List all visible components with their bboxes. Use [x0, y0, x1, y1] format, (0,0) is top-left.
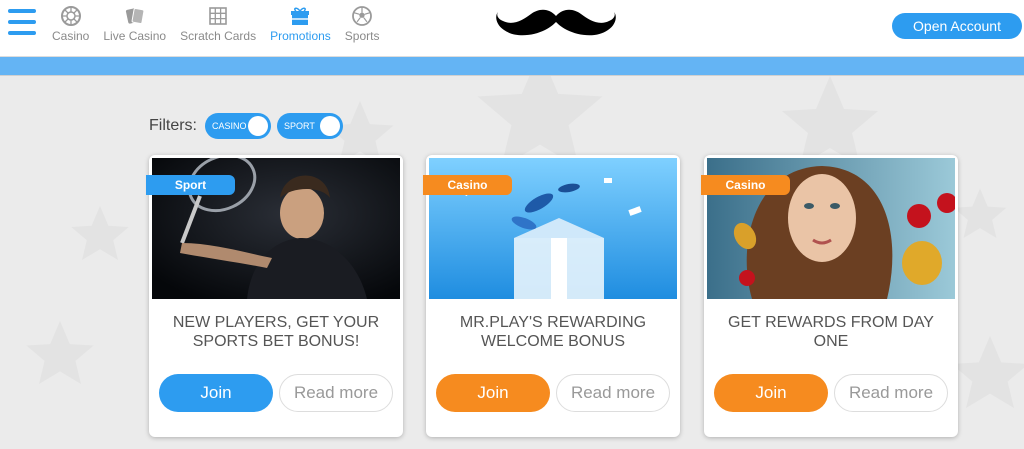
read-more-button[interactable]: Read more	[834, 374, 948, 412]
toggle-knob	[320, 116, 340, 136]
toggle-label: SPORT	[284, 121, 315, 131]
open-account-button[interactable]: Open Account	[892, 13, 1022, 39]
join-button[interactable]: Join	[714, 374, 828, 412]
cards-icon	[125, 7, 145, 25]
toggle-label: CASINO	[212, 121, 247, 131]
promo-card: Casino GET REWARDS FROM DAY ONE Join Rea…	[701, 155, 958, 437]
category-badge: Casino	[701, 175, 790, 195]
promo-title: MR.PLAY'S REWARDING WELCOME BONUS	[459, 314, 647, 350]
nav-item-live-casino[interactable]: Live Casino	[103, 5, 166, 43]
nav-label: Scratch Cards	[180, 29, 257, 43]
scratch-card-icon	[209, 7, 227, 25]
soccer-ball-icon	[352, 6, 373, 26]
promo-card: Casino MR.PLAY'S REWARDING WELCOME BONUS…	[423, 155, 680, 437]
nav-item-casino[interactable]: Casino	[52, 5, 89, 43]
roulette-icon	[60, 6, 81, 26]
nav-label: Promotions	[270, 29, 331, 43]
hamburger-menu-icon[interactable]	[8, 9, 36, 39]
join-button[interactable]: Join	[436, 374, 550, 412]
top-navigation-bar: Casino Live Casino Scratch Cards Promoti…	[0, 0, 1024, 57]
read-more-button[interactable]: Read more	[556, 374, 670, 412]
promo-band	[0, 57, 1024, 76]
nav-item-promotions[interactable]: Promotions	[270, 5, 331, 43]
promo-title: NEW PLAYERS, GET YOUR SPORTS BET BONUS!	[172, 314, 380, 350]
nav-item-scratch-cards[interactable]: Scratch Cards	[180, 5, 256, 43]
gift-icon	[291, 7, 310, 25]
nav-label: Live Casino	[103, 29, 167, 43]
category-badge: Sport	[146, 175, 235, 195]
nav-item-sports[interactable]: Sports	[344, 5, 380, 43]
join-button[interactable]: Join	[159, 374, 273, 412]
read-more-button[interactable]: Read more	[279, 374, 393, 412]
promo-card: Sport NEW PLAYERS, GET YOUR SPORTS BET B…	[146, 155, 403, 437]
filters-label: Filters:	[149, 117, 197, 134]
mustache-logo[interactable]	[495, 6, 617, 46]
main-nav: Casino Live Casino Scratch Cards Promoti…	[52, 5, 393, 43]
promo-title: GET REWARDS FROM DAY ONE	[728, 314, 934, 350]
filter-toggle-sport[interactable]: SPORT	[277, 113, 343, 139]
filters-bar: Filters: CASINO SPORT	[149, 113, 349, 139]
filter-toggle-casino[interactable]: CASINO	[205, 113, 271, 139]
nav-label: Casino	[52, 29, 90, 43]
nav-label: Sports	[344, 29, 380, 43]
toggle-knob	[248, 116, 268, 136]
category-badge: Casino	[423, 175, 512, 195]
